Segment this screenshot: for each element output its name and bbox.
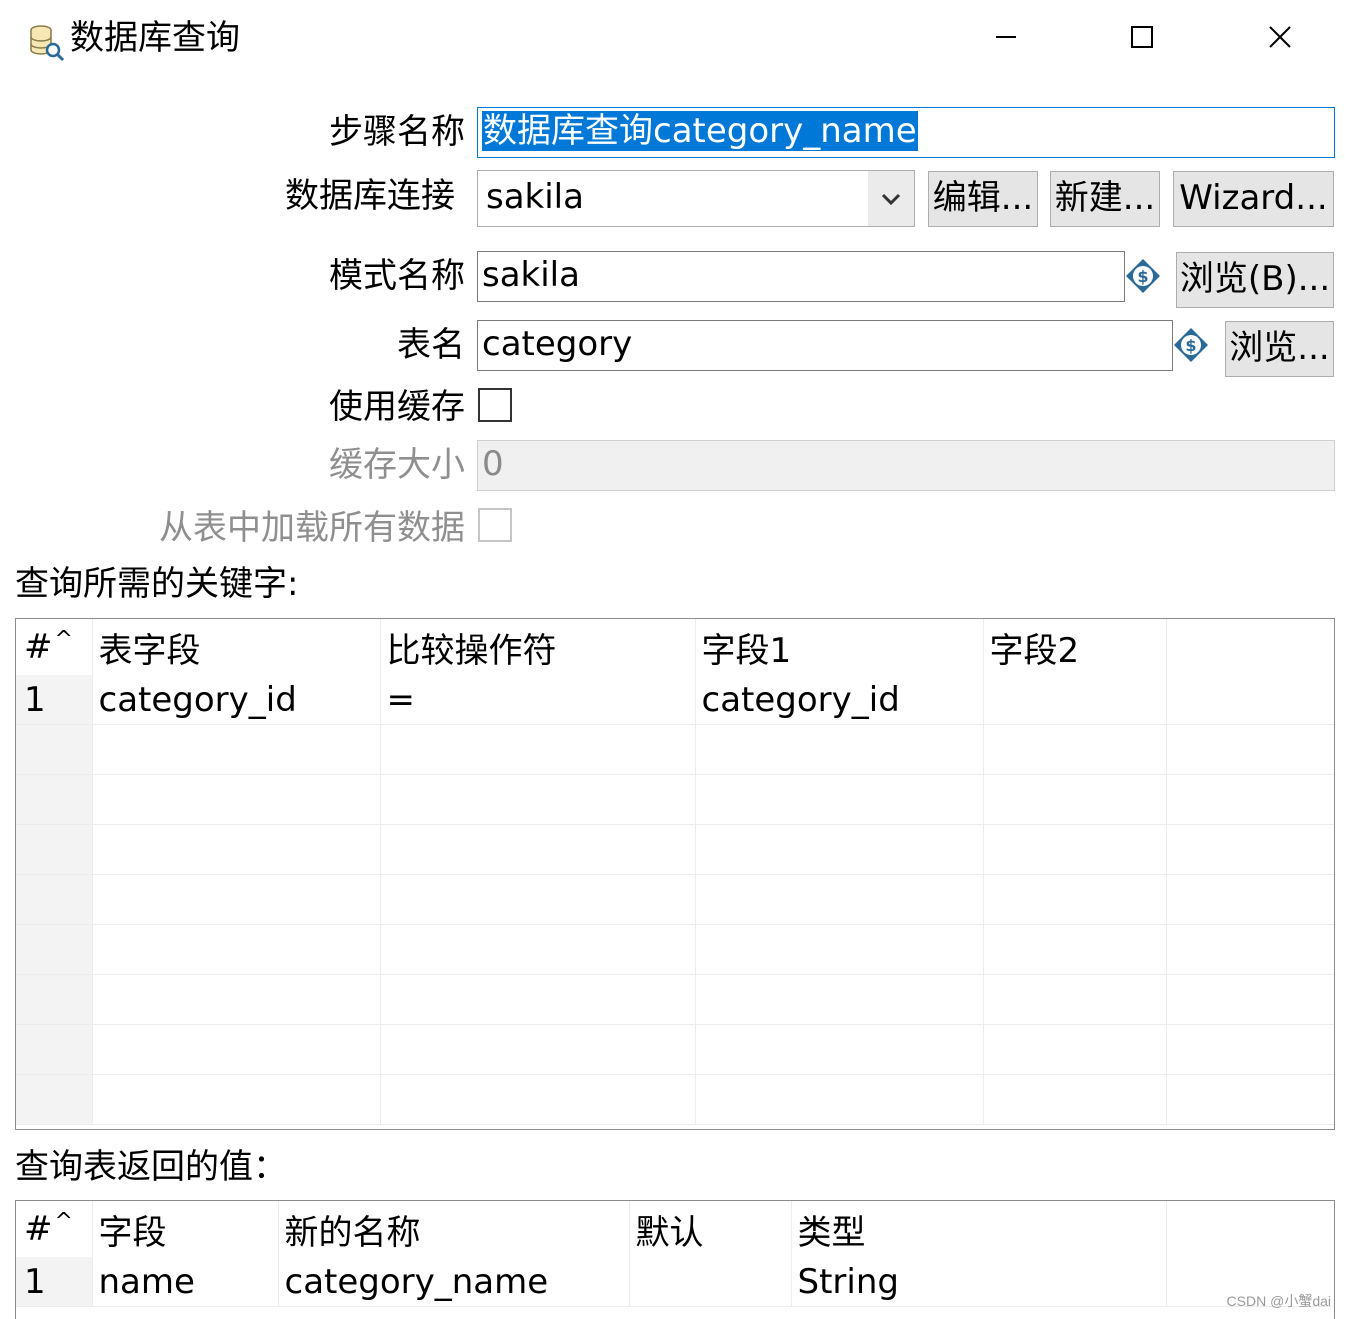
keys-table[interactable]: #^ 表字段 比较操作符 字段1 字段2 1 category_id = cat…	[15, 618, 1335, 1130]
load-all-checkbox[interactable]	[478, 508, 512, 542]
table-cell[interactable]: category_name	[278, 1257, 630, 1307]
empty-row[interactable]	[16, 1024, 1334, 1075]
cache-size-input[interactable]: 0	[477, 440, 1335, 491]
table-label: 表名	[397, 325, 465, 365]
browse-schema-button[interactable]: 浏览(B)...	[1176, 252, 1334, 308]
row-number: 1	[16, 675, 93, 725]
schema-label: 模式名称	[329, 256, 465, 296]
use-cache-label: 使用缓存	[329, 387, 465, 427]
close-button[interactable]	[1250, 12, 1310, 62]
edit-connection-button[interactable]: 编辑...	[928, 171, 1038, 227]
cache-size-value: 0	[482, 444, 504, 484]
empty-row[interactable]	[16, 724, 1334, 775]
column-header-new-name[interactable]: 新的名称	[278, 1201, 630, 1257]
column-header-spacer	[1166, 1201, 1334, 1257]
table-cell	[1166, 675, 1334, 725]
new-connection-button[interactable]: 新建...	[1050, 171, 1160, 227]
database-search-icon	[26, 22, 66, 62]
minimize-button[interactable]	[976, 12, 1036, 62]
column-header-comparator[interactable]: 比较操作符	[380, 619, 696, 675]
watermark: CSDN @小蟹dai	[1226, 1293, 1331, 1309]
column-header-number[interactable]: #^	[16, 1201, 93, 1257]
empty-row[interactable]	[16, 924, 1334, 975]
schema-input[interactable]: sakila	[477, 251, 1125, 302]
maximize-button[interactable]	[1112, 12, 1172, 62]
step-name-value: 数据库查询category_name	[482, 111, 918, 151]
column-header-field1[interactable]: 字段1	[695, 619, 984, 675]
column-header-number[interactable]: #^	[16, 619, 93, 675]
table-cell[interactable]	[983, 675, 1167, 725]
wizard-button[interactable]: Wizard...	[1173, 171, 1334, 227]
column-header-type[interactable]: 类型	[791, 1201, 1167, 1257]
row-number: 1	[16, 1257, 93, 1307]
column-header-spacer	[1166, 619, 1334, 675]
use-cache-checkbox[interactable]	[478, 388, 512, 422]
table-cell[interactable]: category_id	[92, 675, 381, 725]
window-title: 数据库查询	[70, 18, 240, 58]
table-cell[interactable]: name	[92, 1257, 279, 1307]
step-name-label: 步骤名称	[329, 112, 465, 152]
svg-text:$: $	[1137, 267, 1148, 286]
column-header-table-field[interactable]: 表字段	[92, 619, 381, 675]
empty-row[interactable]	[16, 824, 1334, 875]
variable-icon[interactable]: $	[1172, 326, 1210, 364]
table-header-row: #^ 字段 新的名称 默认 类型	[16, 1201, 1334, 1257]
empty-row[interactable]	[16, 874, 1334, 925]
table-header-row: #^ 表字段 比较操作符 字段1 字段2	[16, 619, 1334, 675]
connection-label: 数据库连接	[285, 176, 455, 216]
browse-table-button[interactable]: 浏览...	[1225, 321, 1334, 377]
table-row[interactable]: 1 category_id = category_id	[16, 675, 1334, 725]
maximize-icon	[1131, 26, 1153, 48]
close-icon	[1269, 26, 1291, 48]
minimize-icon	[996, 36, 1016, 38]
chevron-down-icon[interactable]	[868, 171, 914, 226]
empty-row[interactable]	[16, 774, 1334, 825]
variable-icon[interactable]: $	[1124, 257, 1162, 295]
column-header-field2[interactable]: 字段2	[983, 619, 1167, 675]
cache-size-label: 缓存大小	[329, 445, 465, 485]
table-cell[interactable]: String	[791, 1257, 1167, 1307]
sort-caret-icon: ^	[54, 1209, 73, 1234]
returns-table[interactable]: #^ 字段 新的名称 默认 类型 1 name category_name St…	[15, 1200, 1335, 1319]
empty-row[interactable]	[16, 974, 1334, 1025]
table-cell[interactable]: =	[380, 675, 696, 725]
keys-section-title: 查询所需的关键字:	[15, 564, 299, 604]
column-header-field[interactable]: 字段	[92, 1201, 279, 1257]
returns-section-title: 查询表返回的值：	[15, 1147, 287, 1187]
table-row[interactable]: 1 name category_name String	[16, 1257, 1334, 1307]
table-cell[interactable]	[629, 1257, 792, 1307]
sort-caret-icon: ^	[54, 627, 73, 652]
table-value: category	[482, 324, 633, 364]
step-name-input[interactable]: 数据库查询category_name	[477, 107, 1335, 158]
load-all-label: 从表中加载所有数据	[159, 508, 465, 548]
table-cell[interactable]: category_id	[695, 675, 984, 725]
connection-value: sakila	[486, 177, 584, 217]
column-header-default[interactable]: 默认	[629, 1201, 792, 1257]
empty-row[interactable]	[16, 1074, 1334, 1125]
svg-text:$: $	[1185, 336, 1196, 355]
schema-value: sakila	[482, 255, 580, 295]
connection-select[interactable]: sakila	[477, 170, 915, 227]
table-input[interactable]: category	[477, 320, 1173, 371]
